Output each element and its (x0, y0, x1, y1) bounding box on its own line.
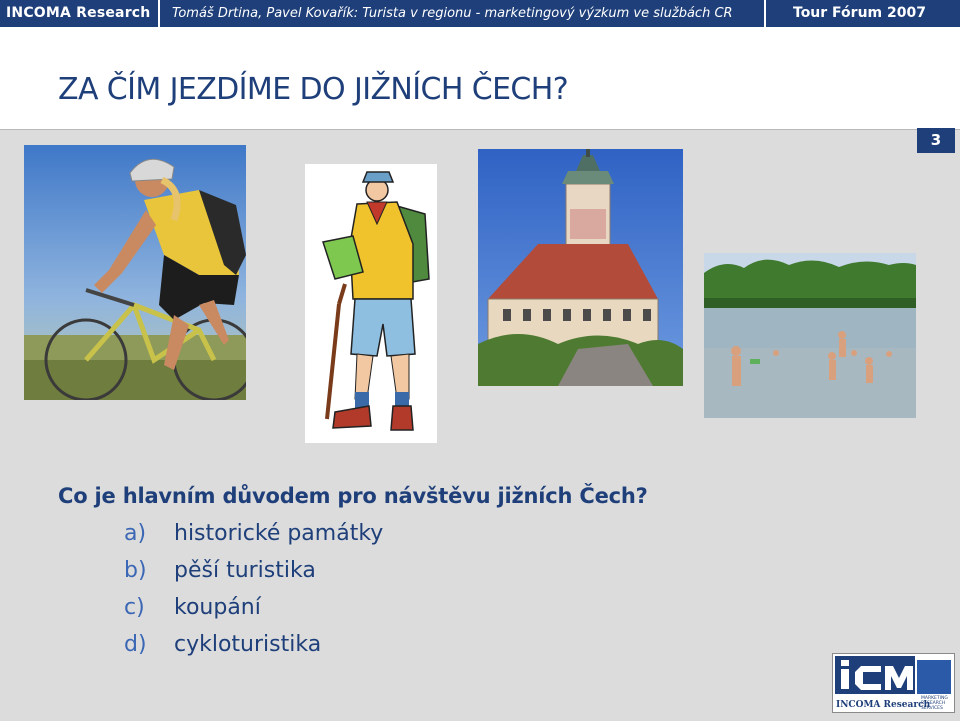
castle-tower-photo (478, 149, 683, 386)
option-c: c) koupání (124, 595, 261, 620)
option-letter: a) (124, 521, 147, 546)
option-d: d) cykloturistika (124, 632, 321, 657)
hiker-illustration (305, 164, 437, 443)
header-divider (764, 0, 766, 27)
option-text: koupání (174, 595, 261, 620)
option-letter: c) (124, 595, 145, 620)
question-heading: Co je hlavním důvodem pro návštěvu jižní… (58, 484, 648, 508)
option-letter: d) (124, 632, 147, 657)
svg-text:SERVICES: SERVICES (921, 705, 943, 711)
option-letter: b) (124, 558, 147, 583)
option-b: b) pěší turistika (124, 558, 316, 583)
header-authors: Tomáš Drtina, Pavel Kovařík: Turista v r… (172, 6, 733, 21)
svg-text:INCOMA Research: INCOMA Research (836, 700, 931, 710)
incoma-logo: INCOMA Research MARKETING RESEARCH SERVI… (832, 653, 955, 713)
option-text: pěší turistika (174, 558, 316, 583)
cyclist-photo (24, 145, 246, 400)
swimmers-lake-photo (704, 253, 916, 418)
header-bar: INCOMA Research Tomáš Drtina, Pavel Kova… (0, 0, 960, 27)
header-event: Tour Fórum 2007 (793, 5, 926, 21)
option-text: cykloturistika (174, 632, 322, 657)
slide-number-badge: 3 (917, 128, 955, 153)
slide-title: ZA ČÍM JEZDÍME DO JIŽNÍCH ČECH? (58, 72, 569, 107)
option-a: a) historické památky (124, 521, 383, 546)
header-divider (158, 0, 160, 27)
option-text: historické památky (174, 521, 384, 546)
header-brand: INCOMA Research (6, 5, 151, 21)
